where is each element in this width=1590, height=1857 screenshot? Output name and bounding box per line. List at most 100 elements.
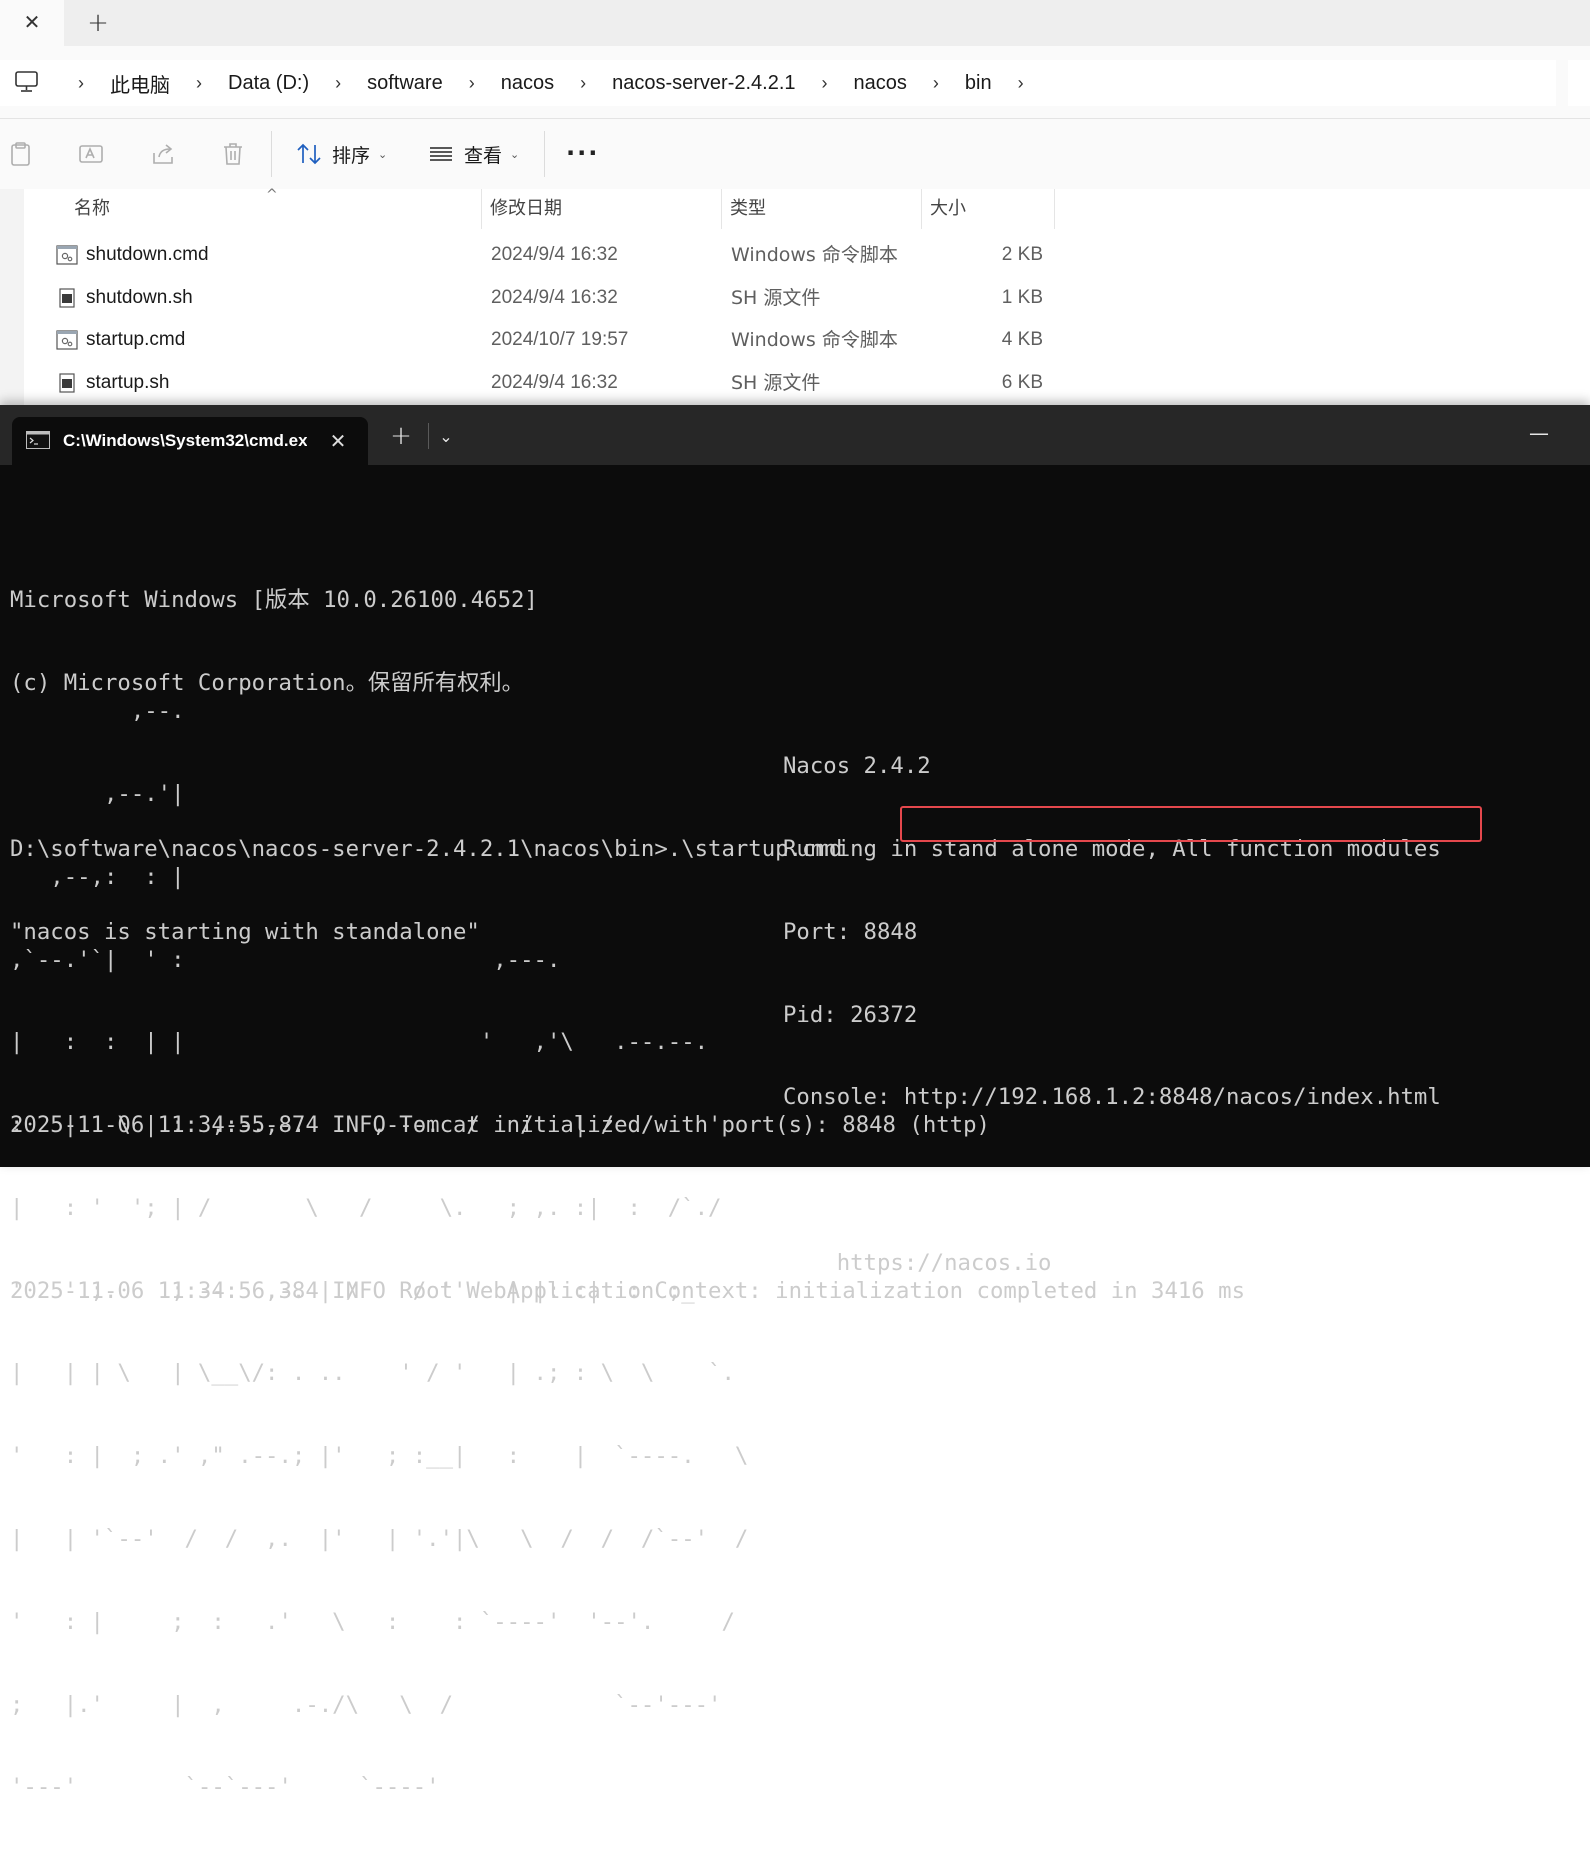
file-name: startup.cmd	[86, 329, 186, 350]
column-divider[interactable]	[481, 189, 482, 229]
ascii-line: | | | \ | \__\/: . .. ' / ' | .; : \ \ `…	[10, 1360, 735, 1387]
chevron-right-icon[interactable]: ›	[570, 73, 596, 94]
computer-icon[interactable]	[14, 70, 40, 94]
sh-file-icon	[59, 373, 75, 393]
chevron-right-icon[interactable]: ›	[186, 73, 212, 94]
file-size: 6 KB	[1001, 372, 1043, 393]
breadcrumb-this-pc[interactable]: 此电脑	[110, 69, 170, 98]
file-size: 4 KB	[1001, 329, 1043, 350]
log-block: 2025-11-06 11:34:55,874 INFO Tomcat init…	[10, 1057, 1245, 1361]
search-box[interactable]	[1568, 60, 1590, 106]
breadcrumb-bin[interactable]: bin	[965, 72, 992, 95]
file-type: SH 源文件	[731, 287, 821, 309]
log-line: 2025-11-06 11:34:55,874 INFO Tomcat init…	[10, 1112, 990, 1139]
nacos-pid: Pid: 26372	[783, 1001, 918, 1028]
new-tab-button[interactable]: +	[388, 423, 414, 449]
column-divider[interactable]	[1054, 189, 1055, 229]
terminal-line: Microsoft Windows [版本 10.0.26100.4652]	[10, 587, 538, 614]
breadcrumb-nacos[interactable]: nacos	[501, 72, 554, 95]
chevron-down-icon: ⌄	[510, 147, 520, 161]
more-options-icon[interactable]: ···	[566, 141, 599, 165]
address-bar-area: › 此电脑 › Data (D:) › software › nacos › n…	[0, 46, 1590, 118]
rename-icon[interactable]	[78, 141, 104, 167]
terminal-window: C:\Windows\System32\cmd.exe ✕ + ⌄ — Micr…	[0, 405, 1590, 1800]
terminal-tab-title: C:\Windows\System32\cmd.exe	[63, 431, 307, 450]
chevron-right-icon[interactable]: ›	[68, 73, 94, 94]
new-tab-button[interactable]: +	[86, 8, 110, 38]
column-header-type[interactable]: 类型	[730, 189, 766, 229]
terminal-tab-bar: C:\Windows\System32\cmd.exe ✕ + ⌄ —	[0, 405, 1590, 465]
ascii-line: ,--,: : |	[10, 863, 185, 890]
view-button[interactable]: 查看 ⌄	[428, 137, 519, 171]
breadcrumb-software[interactable]: software	[367, 72, 443, 95]
tab-divider	[428, 423, 429, 449]
ascii-line: | | '`--' / / ,. |' | '.'|\ \ / / /`--' …	[10, 1526, 749, 1552]
close-tab-icon[interactable]: ✕	[326, 429, 350, 453]
column-header-modified[interactable]: 修改日期	[490, 189, 562, 229]
file-row-startup-cmd[interactable]: startup.cmd 2024/10/7 19:57 Windows 命令脚本…	[24, 319, 1590, 361]
sort-button[interactable]: 排序 ⌄	[296, 137, 387, 171]
ascii-line: ; |.' | , .-./\ \ / `--'---'	[10, 1691, 722, 1718]
file-modified: 2024/9/4 16:32	[491, 287, 618, 308]
sort-ascending-icon: ^	[266, 187, 278, 203]
file-row-shutdown-cmd[interactable]: shutdown.cmd 2024/9/4 16:32 Windows 命令脚本…	[24, 234, 1590, 276]
explorer-tab-bar: ✕ +	[0, 0, 1590, 46]
chevron-right-icon[interactable]: ›	[459, 73, 485, 94]
cmd-file-icon	[56, 245, 78, 265]
command-bar: 排序 ⌄ 查看 ⌄ ···	[0, 118, 1590, 190]
ascii-line: '---' `--`---' `----'	[10, 1774, 440, 1801]
chevron-down-icon[interactable]: ⌄	[436, 425, 456, 449]
file-size: 1 KB	[1001, 287, 1043, 308]
ascii-line: | : : | | ' ,'\ .--.--.	[10, 1029, 709, 1056]
chevron-down-icon: ⌄	[378, 147, 388, 161]
column-divider[interactable]	[921, 189, 922, 229]
breadcrumb-nacos-server[interactable]: nacos-server-2.4.2.1	[612, 72, 795, 95]
explorer-tab[interactable]: ✕	[0, 0, 64, 46]
chevron-right-icon[interactable]: ›	[812, 73, 838, 94]
share-icon[interactable]	[150, 141, 176, 167]
sort-icon	[297, 143, 321, 165]
cmd-icon	[26, 431, 50, 449]
file-type: SH 源文件	[731, 372, 821, 394]
minimize-button[interactable]: —	[1528, 423, 1550, 443]
delete-icon[interactable]	[220, 141, 246, 167]
file-size: 2 KB	[1001, 244, 1043, 265]
file-name: shutdown.sh	[86, 287, 193, 308]
breadcrumb-nacos-inner[interactable]: nacos	[854, 72, 907, 95]
file-modified: 2024/10/7 19:57	[491, 329, 629, 350]
terminal-tab[interactable]: C:\Windows\System32\cmd.exe ✕	[12, 417, 368, 465]
file-modified: 2024/9/4 16:32	[491, 372, 618, 393]
nacos-version: Nacos 2.4.2	[783, 753, 931, 780]
ascii-line: ,`--.'`| ' : ,---.	[10, 946, 561, 973]
view-list-icon	[430, 147, 452, 161]
column-header-name[interactable]: 名称	[74, 189, 110, 229]
chevron-right-icon[interactable]: ›	[325, 73, 351, 94]
ascii-line: ,--.	[10, 698, 185, 725]
chevron-right-icon[interactable]: ›	[1008, 73, 1034, 94]
file-name: shutdown.cmd	[86, 244, 209, 265]
close-tab-icon[interactable]: ✕	[22, 10, 42, 34]
file-type: Windows 命令脚本	[731, 329, 898, 351]
file-row-shutdown-sh[interactable]: shutdown.sh 2024/9/4 16:32 SH 源文件 1 KB	[24, 277, 1590, 319]
toolbar-divider	[544, 131, 545, 177]
toolbar-divider	[271, 131, 272, 177]
breadcrumb-data-d[interactable]: Data (D:)	[228, 72, 309, 95]
chevron-right-icon[interactable]: ›	[923, 73, 949, 94]
navigation-pane	[0, 189, 24, 410]
log-line: 2025-11-06 11:34:56,384 INFO Root WebApp…	[10, 1277, 1245, 1304]
file-list: ^ 名称 修改日期 类型 大小 shutdown.cmd 2024/9/4 16…	[0, 187, 1590, 410]
nacos-port: Port: 8848	[783, 918, 918, 945]
ascii-line: ,--.'|	[10, 780, 185, 807]
ascii-line: ' : | ; : .' \ : : `----' '--'. /	[10, 1608, 735, 1635]
file-name: startup.sh	[86, 372, 170, 393]
breadcrumb: › 此电脑 › Data (D:) › software › nacos › n…	[60, 60, 1042, 106]
paste-icon[interactable]	[8, 141, 34, 167]
column-header-size[interactable]: 大小	[930, 189, 966, 229]
file-modified: 2024/9/4 16:32	[491, 244, 618, 265]
file-row-startup-sh[interactable]: startup.sh 2024/9/4 16:32 SH 源文件 6 KB	[24, 362, 1590, 404]
column-divider[interactable]	[721, 189, 722, 229]
ascii-line: ' : | ; .' ," .--.; |' ; :__| : | `----.…	[10, 1443, 749, 1470]
console-url-highlight	[900, 806, 1482, 842]
cmd-file-icon	[56, 330, 78, 350]
